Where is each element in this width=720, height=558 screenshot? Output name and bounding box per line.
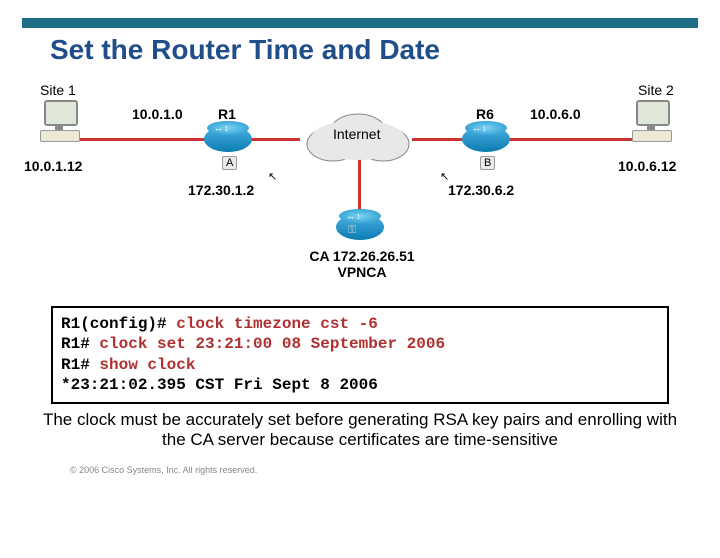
caret-icon: ↖ [268,170,277,183]
copyright-footer: © 2006 Cisco Systems, Inc. All rights re… [70,465,720,475]
router-label: R1 [218,106,236,122]
sub-label-b: B [480,156,495,170]
cli-line: R1# clock set 23:21:00 08 September 2006 [61,334,659,354]
cli-prompt: R1(config)# [61,315,167,333]
caret-icon: ↖ [440,170,449,183]
pc-site2-icon [632,100,680,142]
cli-terminal: R1(config)# clock timezone cst -6 R1# cl… [51,306,669,404]
cli-line: *23:21:02.395 CST Fri Sept 8 2006 [61,375,659,395]
cli-prompt: R1# [61,335,90,353]
header-bar [22,18,698,28]
router-label: R6 [476,106,494,122]
ip-label: 10.0.6.0 [530,106,581,122]
ip-label: 172.30.1.2 [188,182,254,198]
link-line [246,138,300,141]
cli-line: R1# show clock [61,355,659,375]
site2-label: Site 2 [638,82,674,98]
site1-label: Site 1 [40,82,76,98]
pc-site1-icon [40,100,88,142]
internet-label: Internet [333,126,380,142]
router-r6-icon: ↔↕ [462,126,510,152]
cli-command: show clock [90,356,196,374]
network-diagram: ↔↕ ↔↕ Internet ↔↕ ⚿ Site 1 Site 2 10.0.1… [40,88,680,298]
ca-router-icon: ↔↕ ⚿ [336,214,384,240]
page-title: Set the Router Time and Date [50,34,720,66]
link-line [412,138,466,141]
ip-label: 10.0.6.12 [618,158,676,174]
cli-output: *23:21:02.395 CST Fri Sept 8 2006 [61,376,378,394]
sub-label-a: A [222,156,237,170]
key-icon: ⚿ [348,224,356,237]
cli-prompt: R1# [61,356,90,374]
router-r1-icon: ↔↕ [204,126,252,152]
ip-label: 10.0.1.12 [24,158,82,174]
ip-label: 172.30.6.2 [448,182,514,198]
caption-text: The clock must be accurately set before … [40,410,680,451]
ip-label: 10.0.1.0 [132,106,183,122]
cli-line: R1(config)# clock timezone cst -6 [61,314,659,334]
ca-label-2: VPNCA [302,264,422,280]
cli-command: clock set 23:21:00 08 September 2006 [90,335,445,353]
cli-command: clock timezone cst -6 [167,315,378,333]
ca-label-1: CA 172.26.26.51 [302,248,422,264]
